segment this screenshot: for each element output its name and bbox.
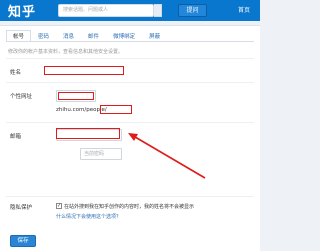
name-redaction-box xyxy=(44,66,124,75)
privacy-help-link[interactable]: 什么情况下会使用这个选项？ xyxy=(56,213,121,220)
zhihu-logo[interactable]: 知乎 xyxy=(8,1,36,20)
privacy-label: 隐私保护 xyxy=(10,205,33,211)
name-label: 姓名 xyxy=(10,70,22,76)
privacy-checkbox[interactable]: ✓ xyxy=(56,203,62,209)
settings-hint: 修改你的帐户基本资料，查看信息和其他安全设置。 xyxy=(8,49,124,55)
search-input[interactable]: 搜索话题、问题或人 xyxy=(58,4,154,17)
url-redaction-box xyxy=(58,92,94,100)
email-password-input[interactable]: 当前密码 xyxy=(80,148,122,160)
url-suffix-redaction-box xyxy=(100,105,132,114)
divider xyxy=(6,122,254,123)
tabs-divider xyxy=(6,41,254,42)
save-button[interactable]: 保存 xyxy=(10,235,36,247)
top-navbar: 知乎 搜索话题、问题或人 提问 首页 xyxy=(0,0,260,21)
ask-button[interactable]: 提问 xyxy=(178,4,207,17)
privacy-text: 在站外搜到我在知乎创作的内容时，我的姓名将不会被显示 xyxy=(64,204,195,210)
email-redaction-box xyxy=(56,128,120,139)
divider xyxy=(6,82,254,83)
divider xyxy=(6,196,254,197)
nav-home-link[interactable]: 首页 xyxy=(238,4,250,17)
url-label: 个性网址 xyxy=(10,94,33,100)
divider xyxy=(6,58,254,59)
email-label: 邮箱 xyxy=(10,134,22,140)
search-button[interactable] xyxy=(154,4,162,17)
